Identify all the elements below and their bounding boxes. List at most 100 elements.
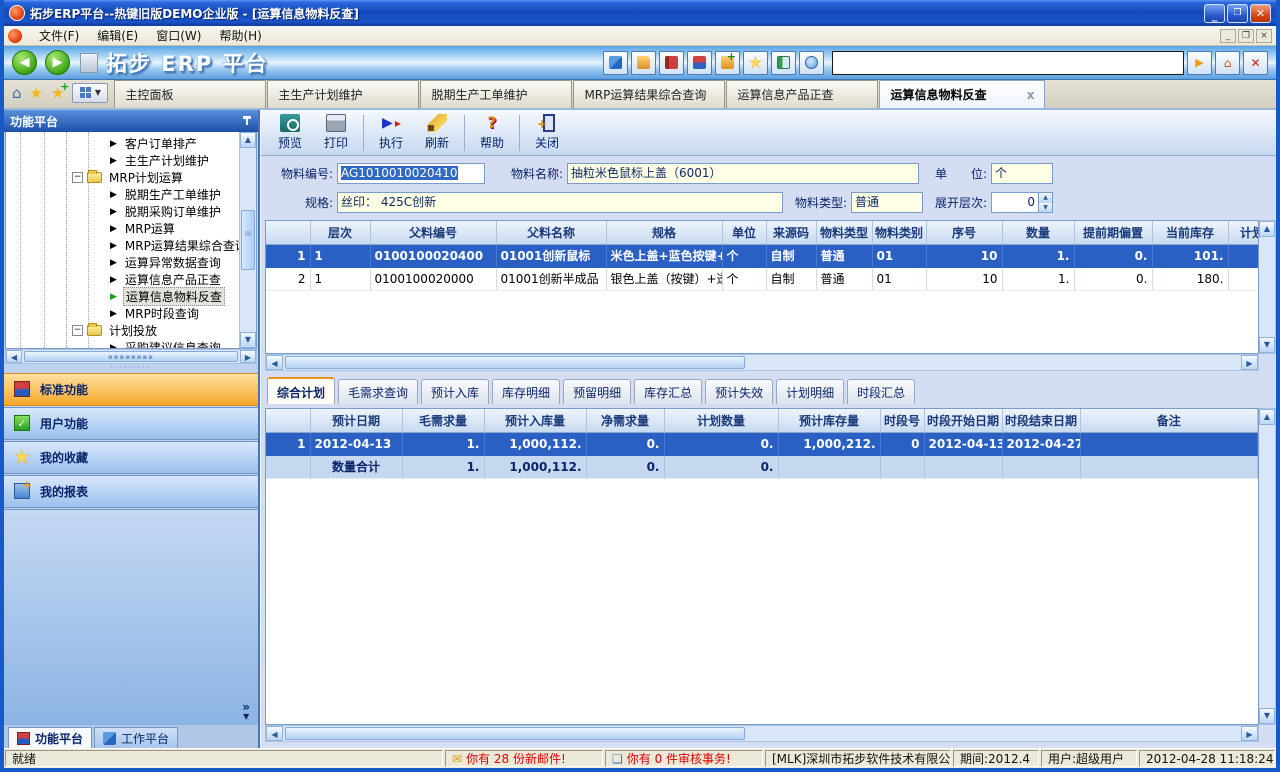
scroll-down-icon[interactable]: ▼	[240, 332, 256, 348]
panel-button-2[interactable]: 我的收藏	[4, 441, 258, 474]
menu-item[interactable]: 帮助(H)	[210, 25, 270, 46]
tree-item[interactable]: ▶采购建议信息查询	[6, 339, 239, 348]
favorite-icon[interactable]: ★	[30, 84, 43, 102]
detail-tab[interactable]: 综合计划	[267, 377, 335, 404]
tree-item[interactable]: ▶主生产计划维护	[6, 152, 239, 169]
sidebar-bottom-tab[interactable]: 工作平台	[94, 727, 178, 748]
execute-button[interactable]: 执行	[368, 112, 414, 154]
column-header[interactable]: 时段号	[880, 409, 924, 432]
bom-horizontal-scrollbar[interactable]: ◀ ▶	[265, 354, 1259, 371]
tree-item[interactable]: ▶脱期生产工单维护	[6, 186, 239, 203]
column-header[interactable]: 提前期偏置	[1074, 221, 1152, 244]
favorites-button[interactable]	[743, 51, 768, 75]
tree-item[interactable]: ▶MRP时段查询	[6, 305, 239, 322]
panel-button-1[interactable]: ✓用户功能	[4, 407, 258, 440]
column-header[interactable]: 备注	[1080, 409, 1258, 432]
column-header[interactable]: 预计入库量	[484, 409, 586, 432]
column-header[interactable]: 层次	[310, 221, 370, 244]
status-mail[interactable]: ✉你有 28 份新邮件!	[445, 750, 603, 767]
plan-vertical-scrollbar[interactable]: ▲ ▼	[1259, 408, 1276, 725]
scroll-right-icon[interactable]: ▶	[1241, 726, 1258, 741]
workspace-tab[interactable]: 主控面板	[114, 80, 266, 108]
table-row[interactable]: 11010010002040001001创新鼠标米色上盖+蓝色按键+个自制普通0…	[266, 244, 1259, 267]
restore-button[interactable]: ❐	[1227, 4, 1248, 23]
scroll-down-icon[interactable]: ▼	[1259, 337, 1275, 353]
column-header[interactable]	[266, 221, 310, 244]
close-button[interactable]: ✕	[1250, 4, 1271, 23]
detail-tab[interactable]: 预计失效	[705, 379, 773, 404]
status-audit[interactable]: ❏你有 0 件审核事务!	[605, 750, 763, 767]
mdi-restore-button[interactable]: ❐	[1238, 29, 1254, 43]
scroll-left-icon[interactable]: ◀	[6, 350, 22, 363]
tree-scroll-thumb[interactable]	[241, 210, 255, 270]
tab-close-icon[interactable]: x	[1027, 88, 1035, 102]
menu-item[interactable]: 编辑(E)	[88, 25, 147, 46]
scroll-up-icon[interactable]: ▲	[1259, 409, 1275, 425]
workspace-tab[interactable]: MRP运算结果综合查询	[573, 80, 725, 108]
contact-card-button[interactable]	[771, 51, 796, 75]
forward-button[interactable]: ▶	[45, 50, 70, 75]
column-header[interactable]	[266, 409, 310, 432]
tree-hscroll-thumb[interactable]: ▪▪▪▪▪▪▪▪	[24, 351, 238, 362]
pin-icon[interactable]	[242, 116, 252, 126]
column-header[interactable]: 当前库存	[1152, 221, 1228, 244]
bom-vertical-scrollbar[interactable]: ▲ ▼	[1259, 220, 1276, 354]
tree-expand-icon[interactable]: −	[72, 172, 83, 183]
menu-item[interactable]: 窗口(W)	[147, 25, 210, 46]
tree-item[interactable]: ▶客户订单排产	[6, 135, 239, 152]
tree-vertical-scrollbar[interactable]: ▲ ▼	[239, 132, 256, 348]
tab-list-button[interactable]: ▼	[72, 83, 108, 103]
column-header[interactable]: 来源码	[766, 221, 816, 244]
print-button[interactable]: 打印	[313, 112, 359, 154]
exit-button[interactable]: ✕	[1243, 51, 1268, 75]
tree-horizontal-scrollbar[interactable]: ◀ ▪▪▪▪▪▪▪▪ ▶	[5, 349, 257, 364]
scroll-left-icon[interactable]: ◀	[266, 726, 283, 741]
stepper-down-icon[interactable]: ▼	[1039, 203, 1052, 213]
minimize-button[interactable]: _	[1204, 4, 1225, 23]
expand-level-stepper[interactable]: 0 ▲ ▼	[991, 192, 1053, 213]
add-favorite-icon[interactable]: ★	[51, 84, 64, 102]
material-no-input[interactable]: AG1010010020410	[337, 163, 485, 184]
expand-level-value[interactable]: 0	[991, 192, 1039, 213]
bom-hscroll-thumb[interactable]	[285, 356, 745, 369]
column-header[interactable]: 毛需求量	[402, 409, 484, 432]
panel-button-3[interactable]: 我的报表	[4, 475, 258, 508]
workspace-tab[interactable]: 脱期生产工单维护	[420, 80, 572, 108]
detail-tab[interactable]: 库存汇总	[634, 379, 702, 404]
tree-expand-icon[interactable]: −	[72, 325, 83, 336]
help-button[interactable]: 帮助	[469, 112, 515, 154]
column-header[interactable]: 时段开始日期	[924, 409, 1002, 432]
column-header[interactable]: 时段结束日期	[1002, 409, 1080, 432]
refresh-button[interactable]: 刷新	[414, 112, 460, 154]
column-header[interactable]: 序号	[926, 221, 1002, 244]
plan-horizontal-scrollbar[interactable]: ◀ ▶	[265, 725, 1259, 742]
clock-button[interactable]	[799, 51, 824, 75]
column-header[interactable]: 计划数量	[664, 409, 778, 432]
orgchart-button[interactable]	[687, 51, 712, 75]
scroll-up-icon[interactable]: ▲	[1259, 221, 1275, 237]
sidebar-bottom-tab[interactable]: 功能平台	[8, 727, 92, 748]
column-header[interactable]: 净需求量	[586, 409, 664, 432]
go-button[interactable]: ▶	[1187, 51, 1212, 75]
column-header[interactable]: 物料类别	[872, 221, 926, 244]
tree-item[interactable]: ▶运算异常数据查询	[6, 254, 239, 271]
panel-button-0[interactable]: 标准功能	[4, 373, 258, 406]
back-button[interactable]: ◀	[12, 50, 37, 75]
preview-button[interactable]: 预览	[267, 112, 313, 154]
address-book-button[interactable]	[659, 51, 684, 75]
tree-item[interactable]: ▶运算信息产品正查	[6, 271, 239, 288]
mdi-minimize-button[interactable]: _	[1220, 29, 1236, 43]
workspace-tab[interactable]: 运算信息物料反查x	[879, 80, 1045, 108]
detail-tab[interactable]: 库存明细	[492, 379, 560, 404]
home-tab-icon[interactable]: ⌂	[12, 84, 22, 102]
detail-tab[interactable]: 预留明细	[563, 379, 631, 404]
new-folder-button[interactable]	[715, 51, 740, 75]
column-header[interactable]: 预计日期	[310, 409, 402, 432]
table-row[interactable]: 数量合计1.1,000,112.0.0.	[266, 455, 1258, 478]
tree-item[interactable]: ▶脱期采购订单维护	[6, 203, 239, 220]
workspace-tab[interactable]: 主生产计划维护	[267, 80, 419, 108]
scroll-down-icon[interactable]: ▼	[1259, 708, 1275, 724]
column-header[interactable]: 物料类型	[816, 221, 872, 244]
detail-tab[interactable]: 计划明细	[776, 379, 844, 404]
table-row[interactable]: 21010010002000001001创新半成品银色上盖（按键）+透明个自制普…	[266, 267, 1259, 290]
